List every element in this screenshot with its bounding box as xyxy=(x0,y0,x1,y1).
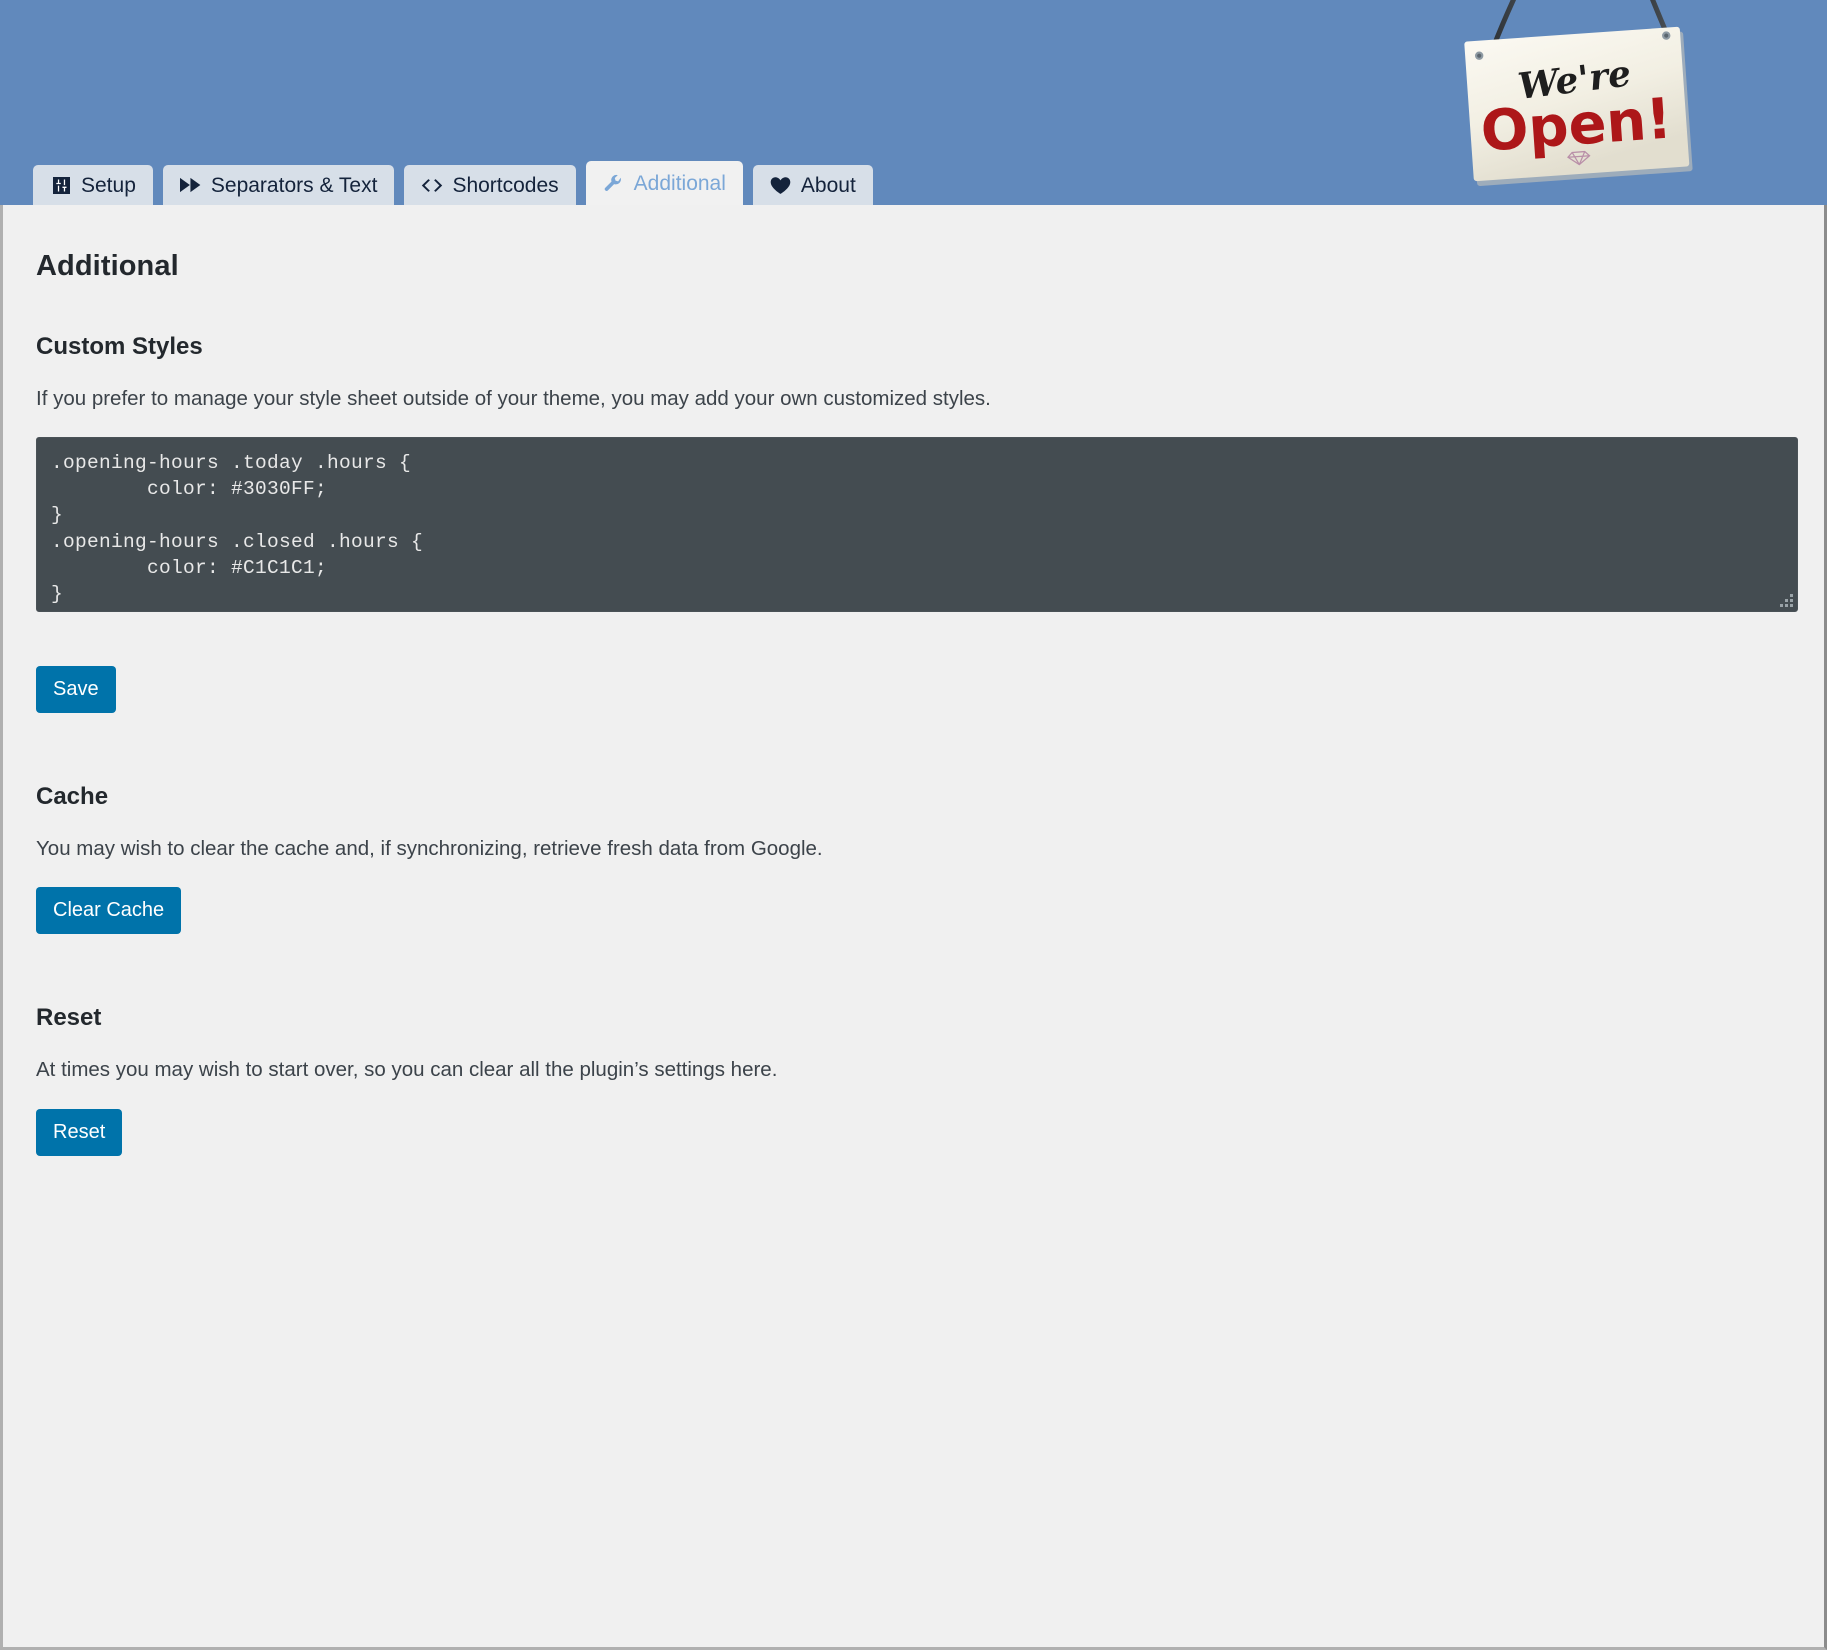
svg-text:Open!: Open! xyxy=(1479,87,1674,165)
custom-styles-code-value: .opening-hours .today .hours { color: #3… xyxy=(51,451,424,606)
settings-content-panel: Additional Custom Styles If you prefer t… xyxy=(0,205,1827,1650)
clear-cache-button[interactable]: Clear Cache xyxy=(36,887,182,935)
tab-setup[interactable]: Setup xyxy=(33,165,153,205)
tab-shortcodes-label: Shortcodes xyxy=(452,173,559,197)
tab-shortcodes[interactable]: Shortcodes xyxy=(404,165,576,205)
cache-description: You may wish to clear the cache and, if … xyxy=(36,836,823,860)
code-icon xyxy=(421,174,443,196)
we-are-open-sign-image: We're Open! xyxy=(1447,0,1707,192)
custom-styles-heading: Custom Styles xyxy=(36,333,203,360)
reset-heading: Reset xyxy=(36,1004,102,1032)
settings-tabs: Setup Separators & Text Shortcodes Addit… xyxy=(33,161,873,205)
page-title: Additional xyxy=(36,250,179,282)
tab-additional[interactable]: Additional xyxy=(585,161,743,205)
tab-setup-label: Setup xyxy=(81,173,136,197)
reset-description: At times you may wish to start over, so … xyxy=(36,1058,778,1082)
custom-styles-textarea[interactable]: .opening-hours .today .hours { color: #3… xyxy=(36,436,1798,612)
fast-forward-icon xyxy=(179,174,202,196)
reset-button[interactable]: Reset xyxy=(36,1108,123,1156)
wrench-icon xyxy=(603,172,625,194)
plugin-settings-page: We're Open! Setup Separators & Text Shor… xyxy=(0,0,1827,1650)
save-button[interactable]: Save xyxy=(36,665,116,713)
custom-styles-description: If you prefer to manage your style sheet… xyxy=(36,387,991,410)
sliders-icon xyxy=(50,174,72,196)
tab-separators-text-label: Separators & Text xyxy=(210,173,378,197)
heart-icon xyxy=(770,174,792,196)
tab-separators-text[interactable]: Separators & Text xyxy=(162,165,395,205)
tab-about-label: About xyxy=(800,173,856,197)
cache-heading: Cache xyxy=(36,782,109,810)
textarea-resize-handle[interactable] xyxy=(1779,593,1793,607)
tab-additional-label: Additional xyxy=(633,171,726,195)
page-banner: We're Open! Setup Separators & Text Shor… xyxy=(0,0,1827,205)
tab-about[interactable]: About xyxy=(752,165,873,205)
